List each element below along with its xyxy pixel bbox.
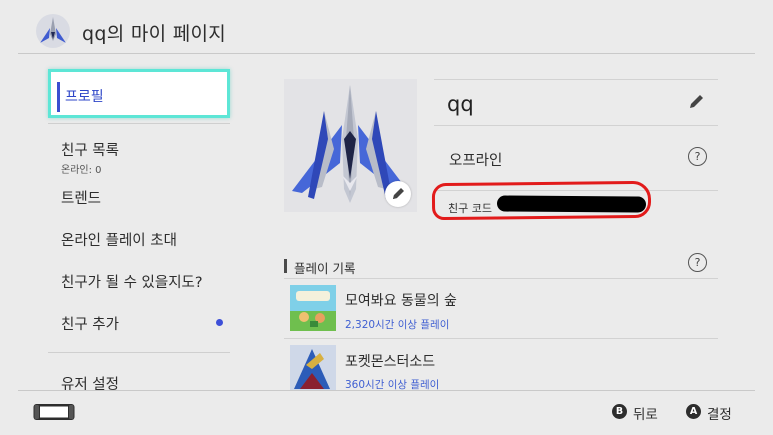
section-marker	[284, 259, 287, 273]
b-button-icon[interactable]: B	[612, 404, 627, 419]
sidebar-item-online-invites[interactable]: 온라인 플레이 초대	[61, 229, 231, 250]
sidebar-item-profile[interactable]: 프로필	[48, 69, 230, 118]
arwing-ship-icon	[40, 17, 66, 43]
back-label[interactable]: 뒤로	[633, 403, 658, 423]
sidebar-item-label: 친구 목록	[61, 143, 119, 159]
sidebar-item-label: 트렌드	[61, 191, 102, 207]
sidebar-item-label: 친구가 될 수 있을지도?	[61, 275, 203, 291]
username: qq	[447, 92, 474, 116]
sidebar-item-trends[interactable]: 트렌드	[61, 187, 231, 208]
selection-indicator	[57, 82, 60, 112]
pencil-icon	[690, 95, 703, 108]
game-playtime: 2,320시간 이상 플레이	[345, 319, 450, 331]
play-record-title: 플레이 기록	[294, 261, 356, 276]
game-title: 모여봐요 동물의 숲	[345, 293, 457, 309]
record-divider	[284, 338, 718, 339]
footer-divider	[18, 390, 755, 391]
sidebar-item-label: 친구 추가	[61, 317, 119, 333]
status-help-icon[interactable]: ?	[688, 147, 707, 166]
sidebar-item-label: 프로필	[65, 89, 104, 105]
edit-profile-icon-button[interactable]	[385, 181, 411, 207]
game-cover-image	[290, 285, 336, 331]
sidebar-item-add-friend[interactable]: 친구 추가	[61, 313, 231, 334]
sidebar-divider	[48, 123, 230, 124]
confirm-label[interactable]: 결정	[707, 403, 732, 423]
header-divider	[18, 53, 755, 54]
sidebar-item-label: 온라인 플레이 초대	[61, 233, 177, 249]
sidebar-item-friend-suggestions[interactable]: 친구가 될 수 있을지도?	[61, 271, 231, 292]
sidebar-divider	[48, 352, 230, 353]
game-title: 포켓몬스터소드	[345, 354, 436, 370]
animal-crossing-thumbnail	[290, 285, 336, 331]
sidebar: 프로필 친구 목록 온라인: 0 트렌드 온라인 플레이 초대 친구가 될 수 …	[48, 56, 238, 393]
game-cover-image	[290, 345, 336, 390]
online-count: 온라인: 0	[61, 165, 102, 176]
a-button-icon[interactable]: A	[686, 404, 701, 419]
page-title: qq의 마이 페이지	[82, 23, 227, 45]
online-status: 오프라인	[449, 153, 503, 169]
pokemon-sword-thumbnail	[290, 345, 336, 390]
red-annotation-circle	[431, 180, 652, 221]
record-divider	[284, 278, 718, 279]
pencil-icon	[393, 188, 404, 199]
header: qq의 마이 페이지	[0, 0, 773, 56]
user-avatar[interactable]	[36, 14, 70, 48]
info-divider	[434, 79, 718, 80]
controller-icon	[33, 403, 75, 421]
play-record-help-icon[interactable]: ?	[688, 253, 707, 272]
notification-dot	[216, 319, 223, 326]
sidebar-item-friends[interactable]: 친구 목록 온라인: 0	[61, 139, 231, 176]
edit-username-button[interactable]	[688, 92, 706, 110]
info-divider	[434, 125, 718, 126]
